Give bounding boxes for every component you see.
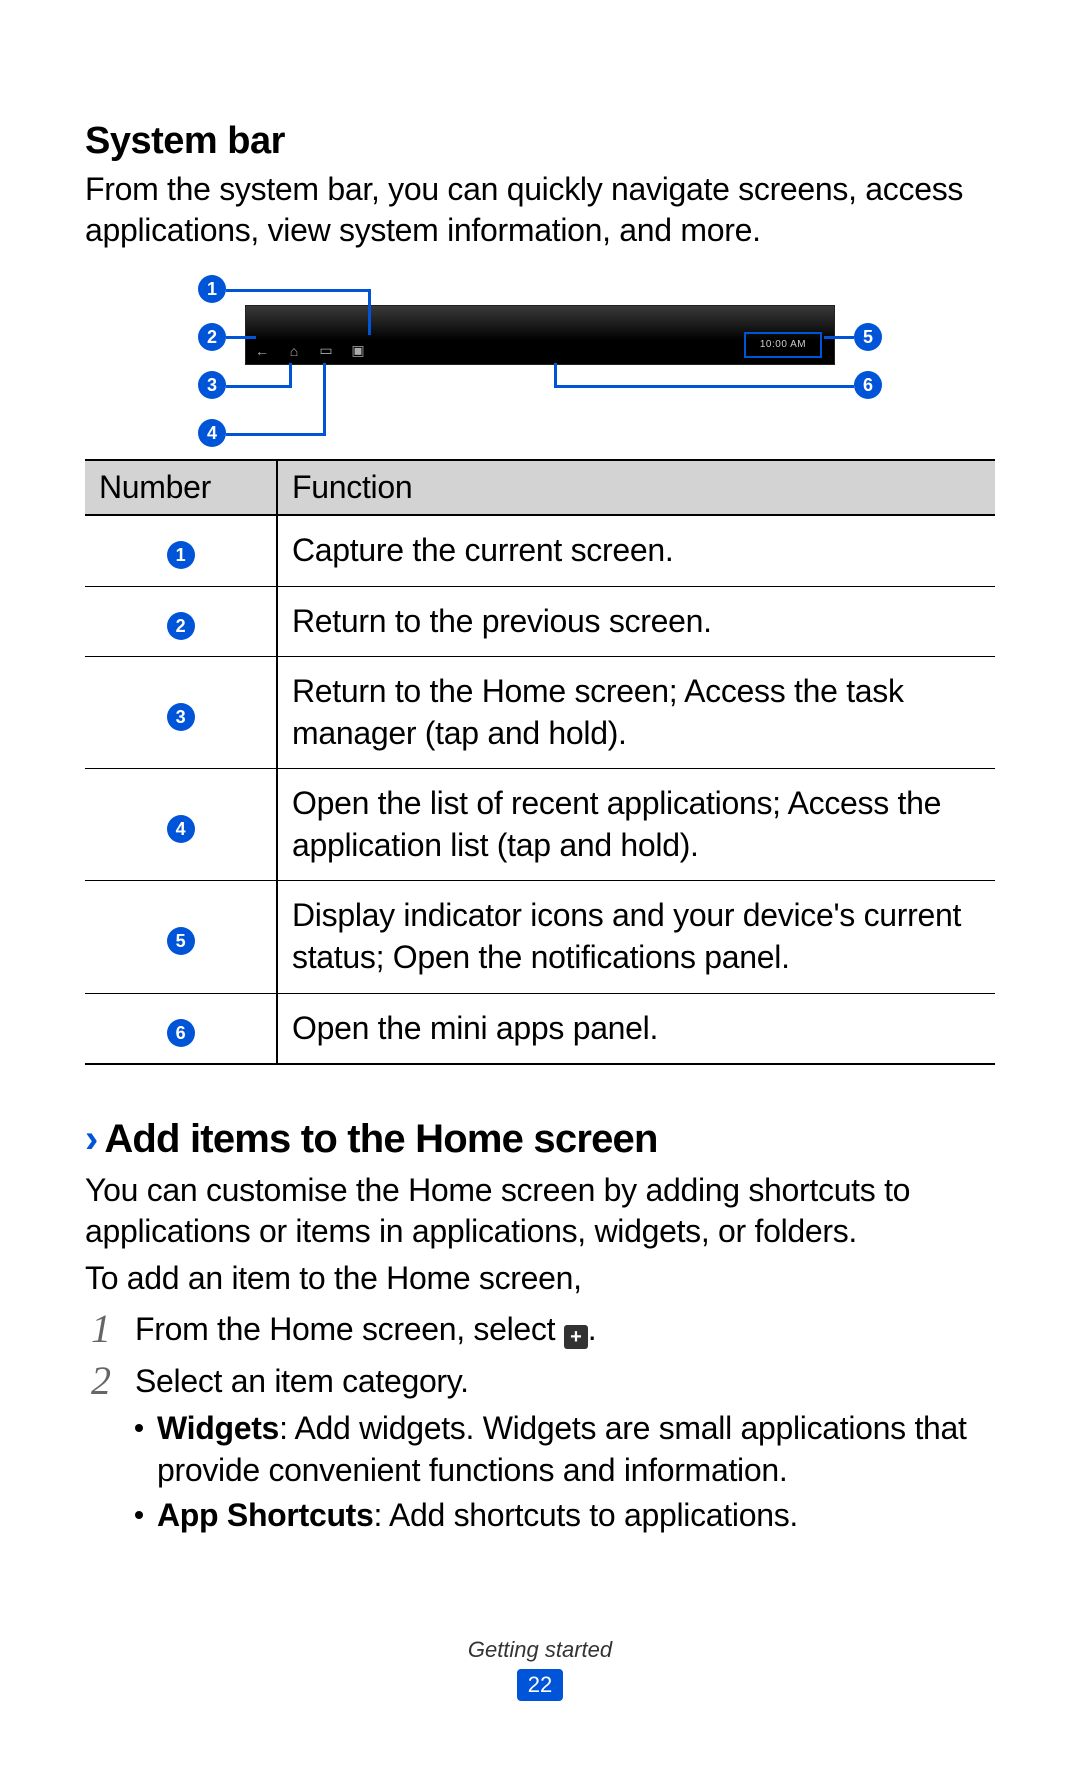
callout-6: 6 [854,371,882,399]
row-function: Capture the current screen. [277,515,995,586]
widgets-text: : Add widgets. Widgets are small applica… [157,1410,967,1488]
row-function: Open the mini apps panel. [277,993,995,1064]
plus-icon: + [564,1325,588,1349]
function-table: Number Function 1 Capture the current sc… [85,459,995,1065]
shortcuts-text: : Add shortcuts to applications. [374,1497,798,1533]
widgets-label: Widgets [157,1410,279,1446]
table-row: 5 Display indicator icons and your devic… [85,881,995,993]
row-function: Open the list of recent applications; Ac… [277,769,995,881]
row-function: Return to the Home screen; Access the ta… [277,657,995,769]
callout-5: 5 [854,323,882,351]
system-bar-intro: From the system bar, you can quickly nav… [85,169,995,251]
page-number: 22 [517,1669,563,1701]
row-number: 6 [167,1019,195,1047]
chevron-icon: › [85,1119,98,1159]
add-items-intro: You can customise the Home screen by add… [85,1170,995,1252]
footer-section: Getting started [0,1637,1080,1663]
add-items-heading: Add items to the Home screen [104,1117,657,1162]
step-1: 1 From the Home screen, select +. [85,1309,995,1351]
system-bar-diagram: ← ⌂ ▭ ▣ 10:00 AM 1 2 3 4 5 6 [180,277,900,447]
page-footer: Getting started 22 [0,1637,1080,1701]
step2-text: Select an item category. [135,1363,469,1399]
table-row: 3 Return to the Home screen; Access the … [85,657,995,769]
bullet-icon [135,1424,143,1432]
shortcuts-label: App Shortcuts [157,1497,374,1533]
row-function: Return to the previous screen. [277,586,995,657]
home-icon: ⌂ [287,343,301,359]
row-function: Display indicator icons and your device'… [277,881,995,993]
th-number: Number [85,460,277,515]
system-bar-heading: System bar [85,120,995,163]
step-body: Select an item category. Widgets: Add wi… [135,1361,995,1537]
row-number: 4 [167,815,195,843]
system-bar-left-icons: ← ⌂ ▭ ▣ [255,339,365,363]
time-indicator: 10:00 AM [744,332,822,358]
step1-text-pre: From the Home screen, select [135,1311,564,1347]
bullet-shortcuts: App Shortcuts: Add shortcuts to applicat… [135,1495,995,1537]
add-items-lead: To add an item to the Home screen, [85,1258,995,1299]
step-2: 2 Select an item category. Widgets: Add … [85,1361,995,1537]
row-number: 5 [167,927,195,955]
step-number: 1 [85,1309,117,1351]
callout-2: 2 [198,323,226,351]
callout-4: 4 [198,419,226,447]
step-number: 2 [85,1361,117,1537]
step1-text-post: . [588,1311,597,1347]
table-row: 6 Open the mini apps panel. [85,993,995,1064]
th-function: Function [277,460,995,515]
table-row: 4 Open the list of recent applications; … [85,769,995,881]
row-number: 2 [167,612,195,640]
callout-3: 3 [198,371,226,399]
row-number: 3 [167,703,195,731]
bullet-icon [135,1511,143,1519]
bullet-widgets: Widgets: Add widgets. Widgets are small … [135,1408,995,1491]
row-number: 1 [167,541,195,569]
step-body: From the Home screen, select +. [135,1309,995,1351]
table-row: 2 Return to the previous screen. [85,586,995,657]
capture-icon: ▣ [351,342,365,359]
recent-icon: ▭ [319,342,333,359]
back-icon: ← [255,343,269,359]
table-row: 1 Capture the current screen. [85,515,995,586]
callout-1: 1 [198,275,226,303]
